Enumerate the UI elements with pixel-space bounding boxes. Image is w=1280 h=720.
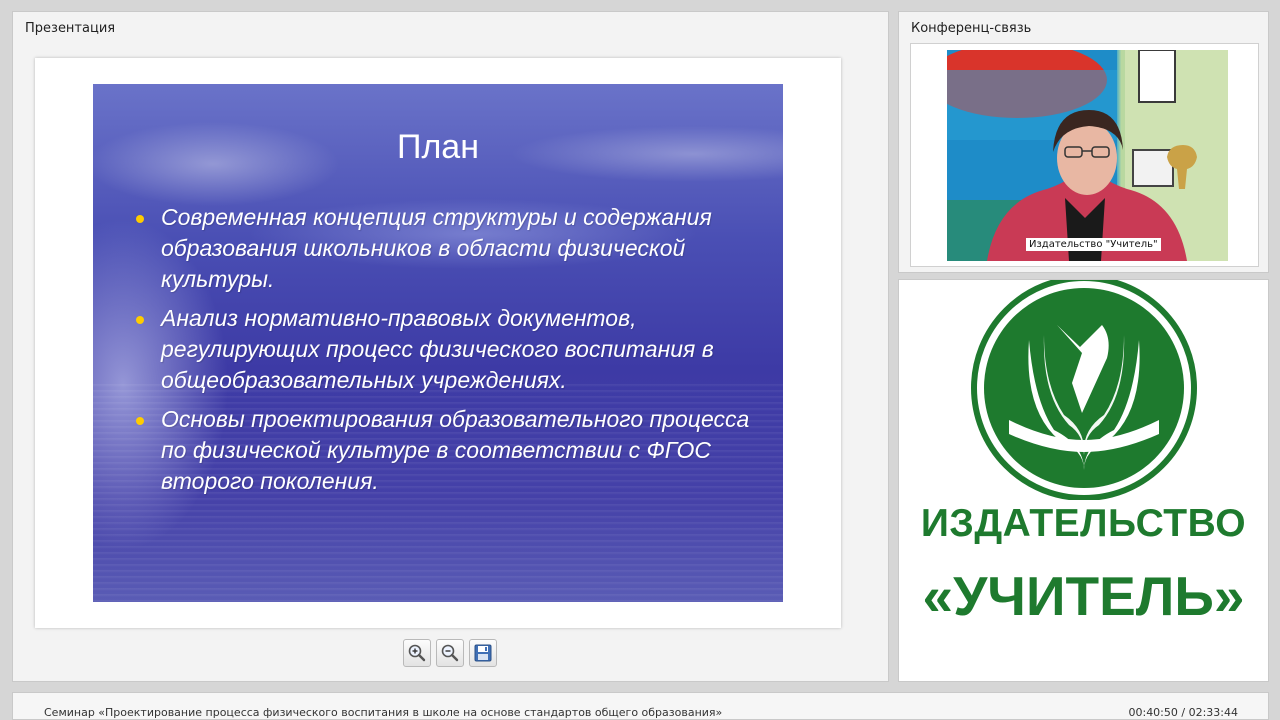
webcam-scene-image — [947, 50, 1228, 261]
save-icon — [474, 644, 492, 662]
video-frame: Издательство "Учитель" — [910, 43, 1259, 267]
publisher-logo-icon — [971, 280, 1197, 500]
bullet-dot-icon — [136, 215, 144, 223]
playback-time: 00:40:50 / 02:33:44 — [1128, 706, 1238, 719]
slide-bullet-text: Современная концепция структуры и содерж… — [161, 204, 712, 292]
seminar-title: Семинар «Проектирование процесса физичес… — [44, 706, 723, 719]
conference-panel: Конференц-связь Издательство "Учитель" — [898, 11, 1269, 273]
presentation-panel: Презентация План Современная концепция с… — [12, 11, 889, 682]
zoom-in-icon — [408, 644, 426, 662]
bullet-dot-icon — [136, 417, 144, 425]
conference-panel-title: Конференц-связь — [911, 21, 1032, 36]
video-participant-label: Издательство "Учитель" — [1026, 238, 1161, 251]
slide-bullet: Современная концепция структуры и содерж… — [133, 202, 773, 295]
slide-bullet-text: Основы проектирования образовательного п… — [161, 406, 750, 494]
presentation-panel-title: Презентация — [25, 21, 116, 36]
publisher-logo-panel: ИЗДАТЕЛЬСТВО «УЧИТЕЛЬ» — [898, 279, 1269, 682]
zoom-out-icon — [441, 644, 459, 662]
slide-bullet-text: Анализ нормативно-правовых документов, р… — [161, 305, 714, 393]
publisher-name-line2: «УЧИТЕЛЬ» — [922, 565, 1245, 627]
save-button[interactable] — [469, 639, 497, 667]
slide-bullet: Основы проектирования образовательного п… — [133, 404, 773, 497]
zoom-in-button[interactable] — [403, 639, 431, 667]
slide-bullet: Анализ нормативно-правовых документов, р… — [133, 303, 773, 396]
publisher-name-line1: ИЗДАТЕЛЬСТВО — [920, 502, 1247, 545]
slide-title: План — [397, 128, 479, 166]
bullet-dot-icon — [136, 316, 144, 324]
slide-bullet-list: Современная концепция структуры и содерж… — [133, 202, 773, 505]
zoom-out-button[interactable] — [436, 639, 464, 667]
webcam-video[interactable]: Издательство "Учитель" — [947, 50, 1228, 261]
slide: План Современная концепция структуры и с… — [93, 84, 783, 602]
footer-bar: Семинар «Проектирование процесса физичес… — [12, 692, 1269, 720]
slide-frame: План Современная концепция структуры и с… — [35, 58, 841, 628]
